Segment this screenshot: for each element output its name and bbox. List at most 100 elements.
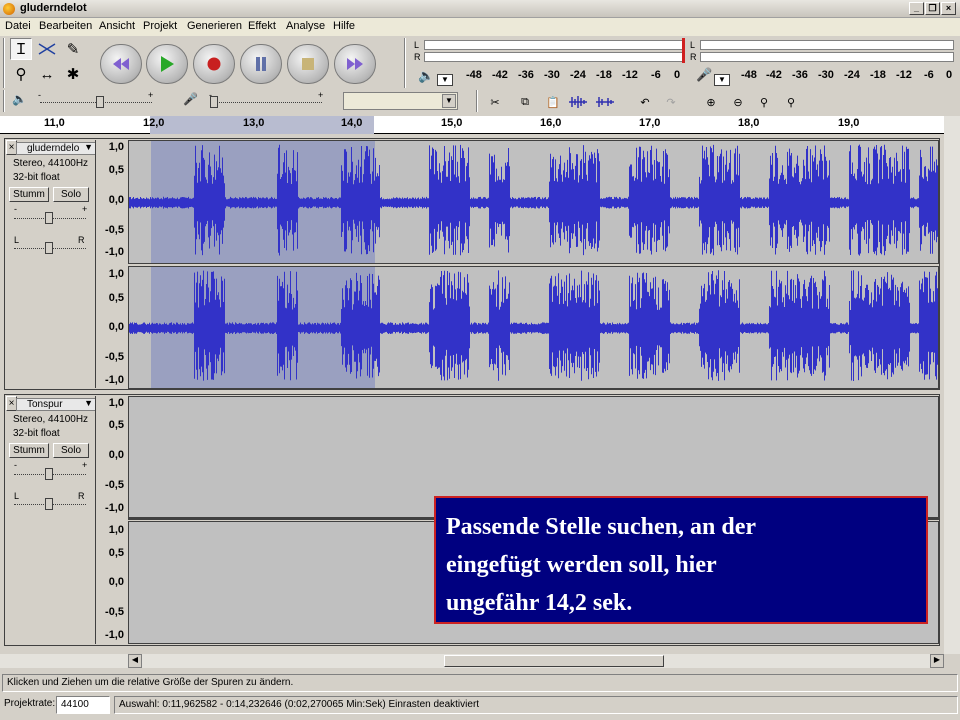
multi-tool-icon[interactable]: ✱ xyxy=(62,63,84,85)
trim-icon[interactable] xyxy=(567,91,589,113)
fit-selection-icon[interactable]: ⚲ xyxy=(753,91,775,113)
play-scale-tick: -48 xyxy=(466,69,482,81)
pause-button[interactable] xyxy=(240,44,282,84)
scroll-thumb[interactable] xyxy=(444,655,664,667)
zoom-out-icon[interactable]: ⊖ xyxy=(727,91,749,113)
play-button[interactable] xyxy=(146,44,188,84)
scale-label: 1,0 xyxy=(108,141,124,153)
draw-tool-icon[interactable]: ✎ xyxy=(62,38,84,60)
selection-tool-icon[interactable]: Ｉ xyxy=(10,38,32,60)
ruler-label: 13,0 xyxy=(243,117,265,129)
ruler-label: 17,0 xyxy=(639,117,661,129)
silence-icon[interactable] xyxy=(594,91,616,113)
pan-slider[interactable] xyxy=(45,242,53,254)
scale-label: -1,0 xyxy=(105,374,124,386)
menu-ansicht[interactable]: Ansicht xyxy=(99,20,135,32)
project-rate-label: Projektrate: xyxy=(4,698,56,709)
ruler-label: 19,0 xyxy=(838,117,860,129)
undo-icon[interactable]: ↶ xyxy=(634,91,656,113)
input-volume-slider[interactable] xyxy=(210,96,218,108)
solo-button[interactable]: Solo xyxy=(53,443,89,458)
play-scale-tick: -24 xyxy=(570,69,586,81)
horizontal-scrollbar[interactable]: ◀ ▶ xyxy=(0,654,944,668)
solo-button[interactable]: Solo xyxy=(53,187,89,202)
speaker-icon: 🔈 xyxy=(418,68,435,83)
envelope-tool-icon[interactable] xyxy=(36,38,58,60)
track-control-panel: × gluderndelo ▼ Stereo, 44100Hz 32-bit fl… xyxy=(6,140,96,388)
pan-left-label: L xyxy=(14,235,20,245)
gain-slider[interactable] xyxy=(45,468,53,480)
paste-icon[interactable]: 📋 xyxy=(542,91,564,113)
pan-slider[interactable] xyxy=(45,498,53,510)
redo-icon[interactable]: ↷ xyxy=(660,91,682,113)
maximize-button[interactable]: ❐ xyxy=(925,2,940,15)
minimize-button[interactable]: _ xyxy=(909,2,924,15)
mixer-grip xyxy=(3,90,5,112)
zoom-in-icon[interactable]: ⊕ xyxy=(700,91,722,113)
track-bitdepth: 32-bit float xyxy=(13,172,60,183)
gain-max: + xyxy=(82,460,88,470)
output-volume-icon: 🔈 xyxy=(12,92,27,106)
fit-project-icon[interactable]: ⚲ xyxy=(780,91,802,113)
play-scale-tick: -6 xyxy=(651,69,661,81)
gain-slider[interactable] xyxy=(45,212,53,224)
skip-end-icon xyxy=(347,58,363,70)
zoom-tool-icon[interactable]: ⚲ xyxy=(10,63,32,85)
rec-scale-tick: -36 xyxy=(792,69,808,81)
menu-bar: Datei Bearbeiten Ansicht Projekt Generie… xyxy=(0,18,960,36)
scroll-right-icon[interactable]: ▶ xyxy=(930,654,944,668)
scale-label: 0,5 xyxy=(108,164,124,176)
app-icon xyxy=(3,3,15,15)
scale-label: 1,0 xyxy=(108,524,124,536)
waveform-channel-right[interactable] xyxy=(128,266,939,389)
play-meter-dropdown[interactable]: ▼ xyxy=(437,74,453,86)
waveform-right xyxy=(129,267,938,388)
status-bar: Klicken und Ziehen um die relative Größe… xyxy=(0,672,960,720)
timeline-ruler[interactable]: 11,0 12,0 13,0 14,0 15,0 16,0 17,0 18,0 … xyxy=(0,116,944,134)
copy-icon[interactable]: ⧉ xyxy=(514,91,536,113)
scale-label: 0,0 xyxy=(108,194,124,206)
menu-generieren[interactable]: Generieren xyxy=(187,20,242,32)
input-source-select[interactable]: ▼ xyxy=(343,92,458,110)
play-meter-clip-indicator xyxy=(682,38,685,63)
rec-meter-dropdown[interactable]: ▼ xyxy=(714,74,730,86)
rec-scale-tick: -18 xyxy=(870,69,886,81)
menu-bearbeiten[interactable]: Bearbeiten xyxy=(39,20,92,32)
output-volume-min: - xyxy=(38,90,41,100)
menu-effekt[interactable]: Effekt xyxy=(248,20,276,32)
menu-datei[interactable]: Datei xyxy=(5,20,31,32)
cut-icon[interactable]: ✂ xyxy=(484,91,506,113)
scale-label: 0,5 xyxy=(108,292,124,304)
waveform-channel-left[interactable] xyxy=(128,140,939,264)
skip-end-button[interactable] xyxy=(334,44,376,84)
record-button[interactable] xyxy=(193,44,235,84)
project-rate-field[interactable]: 44100 xyxy=(56,696,110,714)
callout-line: ungefähr 14,2 sek. xyxy=(446,590,633,616)
output-volume-slider[interactable] xyxy=(96,96,104,108)
timeshift-tool-icon[interactable]: ↔ xyxy=(36,63,58,85)
ruler-label: 11,0 xyxy=(44,117,65,129)
skip-start-button[interactable] xyxy=(100,44,142,84)
pan-right-label: R xyxy=(78,235,85,245)
chevron-down-icon: ▼ xyxy=(442,94,456,108)
mute-button[interactable]: Stumm xyxy=(9,187,49,202)
mute-button[interactable]: Stumm xyxy=(9,443,49,458)
play-scale-tick: -12 xyxy=(622,69,638,81)
vertical-scrollbar[interactable] xyxy=(944,116,960,654)
play-scale-tick: -42 xyxy=(492,69,508,81)
stop-button[interactable] xyxy=(287,44,329,84)
stop-icon xyxy=(302,58,314,70)
audacity-window: gluderndelot _ ❐ × Datei Bearbeiten Ansi… xyxy=(0,0,960,720)
scale-label: -0,5 xyxy=(105,224,124,236)
menu-projekt[interactable]: Projekt xyxy=(143,20,177,32)
input-volume-max: + xyxy=(318,90,324,100)
scroll-left-icon[interactable]: ◀ xyxy=(128,654,142,668)
menu-analyse[interactable]: Analyse xyxy=(286,20,325,32)
track-name-menu[interactable]: gluderndelo ▼ xyxy=(16,142,96,155)
selection-info: Auswahl: 0:11,962582 - 0:14,232646 (0:02… xyxy=(114,696,958,714)
track-control-panel: × Tonspur ▼ Stereo, 44100Hz 32-bit float … xyxy=(6,396,96,644)
track-format: Stereo, 44100Hz xyxy=(13,414,89,425)
track-name-menu[interactable]: Tonspur ▼ xyxy=(16,398,96,411)
close-button[interactable]: × xyxy=(941,2,956,15)
menu-hilfe[interactable]: Hilfe xyxy=(333,20,355,32)
